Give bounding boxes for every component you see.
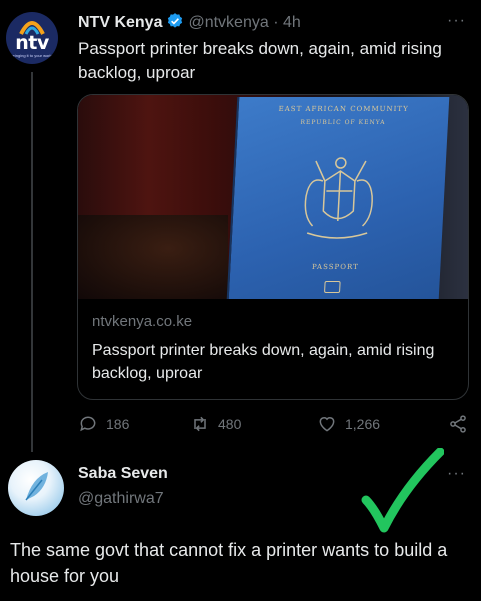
retweet-count: 480: [218, 416, 242, 432]
checkmark-icon: [361, 448, 444, 533]
author-name[interactable]: NTV Kenya: [78, 14, 162, 31]
card-title: Passport printer breaks down, again, ami…: [92, 342, 435, 382]
reply-author-handle[interactable]: @gathirwa7: [78, 490, 164, 508]
more-icon[interactable]: ···: [447, 12, 466, 30]
like-count: 1,266: [345, 416, 381, 432]
passport-line2: REPUBLIC OF KENYA: [300, 119, 386, 126]
card-domain: ntvkenya.co.ke: [92, 313, 193, 330]
author-handle-time[interactable]: @ntvkenya · 4h: [188, 14, 300, 31]
passport-image: EAST AFRICAN COMMUNITY REPUBLIC OF KENYA…: [226, 97, 450, 299]
verified-badge-icon: [166, 12, 184, 36]
thread-line: [31, 72, 33, 452]
reply-button[interactable]: 186: [78, 414, 129, 434]
like-button[interactable]: 1,266: [317, 414, 380, 434]
link-card[interactable]: EAST AFRICAN COMMUNITY REPUBLIC OF KENYA…: [77, 94, 469, 400]
ntv-tagline: bringing it to your world: [11, 53, 53, 58]
reply-author-name[interactable]: Saba Seven: [78, 465, 168, 483]
share-button[interactable]: [448, 414, 468, 434]
avatar-saba[interactable]: [8, 460, 64, 516]
passport-line1: EAST AFRICAN COMMUNITY: [278, 105, 409, 113]
tweet-actions: 186 480 1,266: [78, 414, 470, 436]
avatar-ntv[interactable]: ntv bringing it to your world: [6, 12, 58, 64]
passport-line3: PASSPORT: [311, 263, 360, 271]
card-image: EAST AFRICAN COMMUNITY REPUBLIC OF KENYA…: [78, 95, 468, 299]
feather-icon: [25, 472, 48, 501]
retweet-button[interactable]: 480: [190, 414, 241, 434]
tweet-header: NTV Kenya @ntvkenya · 4h: [78, 12, 301, 36]
retweet-icon: [194, 416, 206, 432]
chip-icon: [324, 281, 341, 293]
reply-count: 186: [106, 416, 130, 432]
share-icon: [450, 415, 466, 433]
like-icon: [319, 417, 335, 432]
tweet-text: Passport printer breaks down, again, ami…: [78, 39, 442, 82]
more-icon[interactable]: ···: [447, 465, 466, 483]
reply-icon: [80, 416, 96, 432]
reply-text: The same govt that cannot fix a printer …: [10, 540, 448, 586]
hand-image: [78, 215, 228, 299]
ntv-logo-text: ntv: [15, 32, 49, 54]
coat-of-arms-icon: [304, 157, 373, 239]
